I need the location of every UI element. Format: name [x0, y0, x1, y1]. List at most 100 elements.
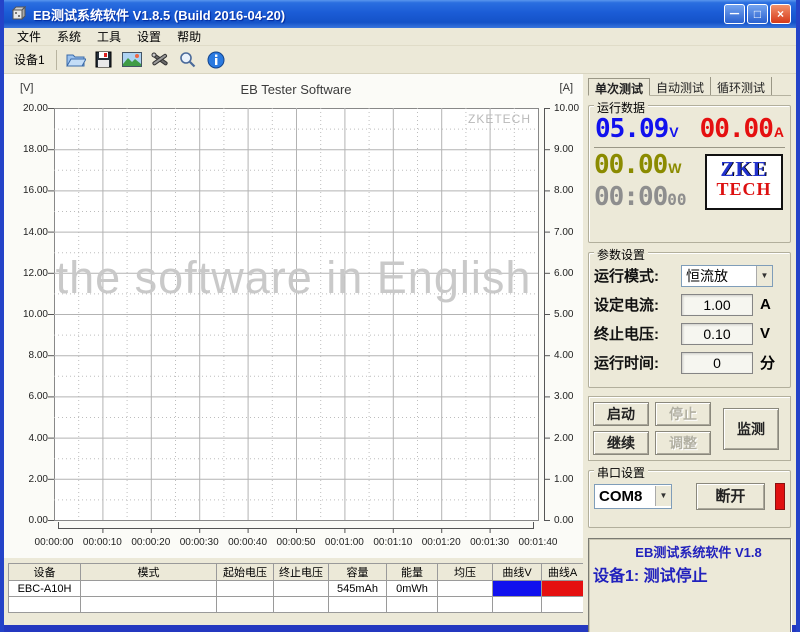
serial-group-title: 串口设置 [594, 464, 648, 481]
tab-cycle-test[interactable]: 循环测试 [711, 77, 772, 95]
com-port-value: COM8 [595, 488, 655, 505]
left-axis-tick-label: 2.00 [6, 474, 48, 485]
power-unit: W [668, 160, 681, 176]
tools-button[interactable] [146, 48, 174, 72]
cutoff-voltage-input[interactable] [681, 323, 753, 345]
power-display: 00.00 [594, 150, 667, 180]
right-axis-tick-label: 3.00 [554, 391, 573, 402]
start-button[interactable]: 启动 [593, 402, 649, 426]
monitor-button[interactable]: 监测 [723, 408, 779, 450]
left-axis-tick-label: 0.00 [6, 515, 48, 526]
resume-button[interactable]: 继续 [593, 431, 649, 455]
com-port-select[interactable]: COM8 ▼ [594, 484, 672, 509]
chevron-down-icon[interactable]: ▼ [756, 266, 772, 286]
right-axis-tick-label: 0.00 [554, 515, 573, 526]
zketech-logo: ZKE TECH [705, 154, 783, 210]
right-axis-tick-label: 2.00 [554, 433, 573, 444]
table-header-cell: 能量 [387, 564, 438, 581]
zketech-logo-line2: TECH [707, 180, 781, 200]
export-image-button[interactable] [118, 48, 146, 72]
minimize-button[interactable]: － [724, 4, 745, 24]
left-axis-tick-label: 4.00 [6, 433, 48, 444]
table-cell [387, 597, 438, 613]
result-table-area: 设备模式起始电压终止电压容量能量均压曲线V曲线AEBC-A10H545mAh0m… [4, 558, 583, 625]
right-axis-tick-label: 10.00 [554, 103, 579, 114]
table-row[interactable]: EBC-A10H 545mAh0mWh [9, 581, 584, 597]
set-current-input[interactable] [681, 294, 753, 316]
left-axis-tick-label: 6.00 [6, 391, 48, 402]
table-cell [217, 581, 274, 597]
magnifier-icon [179, 51, 196, 68]
chart-panel: [V] EB Tester Software [A] ZKETECH the s… [4, 74, 583, 558]
zoom-button[interactable] [174, 48, 202, 72]
title-bar: EB测试系统软件 V1.8.5 (Build 2016-04-20) － □ × [4, 0, 796, 28]
serial-group: 串口设置 COM8 ▼ 断开 [588, 470, 791, 528]
tab-single-test[interactable]: 单次测试 [588, 78, 650, 96]
stop-button: 停止 [655, 402, 711, 426]
menu-item-help[interactable]: 帮助 [170, 27, 208, 46]
left-axis-unit: [V] [20, 82, 33, 94]
table-row[interactable] [9, 597, 584, 613]
test-mode-tabs: 单次测试自动测试循环测试 [588, 77, 791, 96]
set-current-label: 设定电流: [594, 294, 678, 315]
table-header-cell: 曲线V [493, 564, 542, 581]
status-box: EB测试系统软件 V1.8 设备1: 测试停止 [588, 538, 791, 632]
tab-auto-test[interactable]: 自动测试 [650, 77, 711, 95]
run-time-input[interactable] [681, 352, 753, 374]
table-cell: EBC-A10H [9, 581, 81, 597]
chevron-down-icon[interactable]: ▼ [655, 486, 671, 506]
table-header-cell: 模式 [81, 564, 217, 581]
app-icon [10, 6, 28, 22]
voltage-unit: V [669, 124, 678, 140]
table-cell: 545mAh [329, 581, 387, 597]
display-separator [594, 147, 785, 148]
menu-item-system[interactable]: 系统 [50, 27, 88, 46]
status-line1: EB测试系统软件 V1.8 [593, 542, 786, 561]
right-axis-unit: [A] [560, 82, 573, 94]
x-axis-tick-label: 00:01:40 [509, 537, 567, 548]
table-cell [274, 597, 329, 613]
left-axis-tick-label: 10.00 [6, 309, 48, 320]
time-seconds-display: 00 [667, 190, 686, 209]
table-cell [217, 597, 274, 613]
parameter-group: 参数设置 运行模式: 恒流放 ▼ 设定电流: A 终止电压: V [588, 252, 791, 388]
table-cell [438, 597, 493, 613]
table-cell [493, 581, 542, 597]
menu-item-tools[interactable]: 工具 [90, 27, 128, 46]
table-cell: 0mWh [387, 581, 438, 597]
menu-item-file[interactable]: 文件 [10, 27, 48, 46]
device-toolbar-button[interactable]: 设备1 [8, 48, 51, 71]
left-axis-tick-label: 18.00 [6, 144, 48, 155]
maximize-button[interactable]: □ [747, 4, 768, 24]
voltage-display: 05.09 [595, 114, 668, 144]
toolbar-separator [56, 50, 57, 70]
tools-icon [151, 52, 169, 68]
run-mode-select[interactable]: 恒流放 ▼ [681, 265, 773, 287]
about-button[interactable] [202, 48, 230, 72]
chart-plot [4, 74, 583, 558]
set-current-unit: A [760, 296, 771, 313]
menu-item-settings[interactable]: 设置 [130, 27, 168, 46]
current-unit: A [774, 124, 784, 140]
table-cell [9, 597, 81, 613]
disconnect-button[interactable]: 断开 [696, 483, 765, 510]
run-time-unit: 分 [760, 352, 775, 373]
left-axis-tick-label: 16.00 [6, 185, 48, 196]
open-file-button[interactable] [62, 48, 90, 72]
image-icon [122, 52, 142, 67]
chart-watermark: the software in English [4, 252, 583, 304]
close-button[interactable]: × [770, 4, 791, 24]
table-header-cell: 曲线A [542, 564, 584, 581]
right-axis-tick-label: 7.00 [554, 227, 573, 238]
table-header-cell: 起始电压 [217, 564, 274, 581]
result-table: 设备模式起始电压终止电压容量能量均压曲线V曲线AEBC-A10H545mAh0m… [8, 563, 584, 613]
cutoff-voltage-unit: V [760, 325, 770, 342]
right-axis-tick-label: 5.00 [554, 309, 573, 320]
save-button[interactable] [90, 48, 118, 72]
zketech-logo-line1: ZKE [707, 159, 781, 180]
time-display: 00:00 [594, 182, 667, 212]
cutoff-voltage-label: 终止电压: [594, 323, 678, 344]
parameter-group-title: 参数设置 [594, 246, 648, 263]
left-axis-tick-label: 8.00 [6, 350, 48, 361]
app-window: EB测试系统软件 V1.8.5 (Build 2016-04-20) － □ ×… [0, 0, 800, 632]
